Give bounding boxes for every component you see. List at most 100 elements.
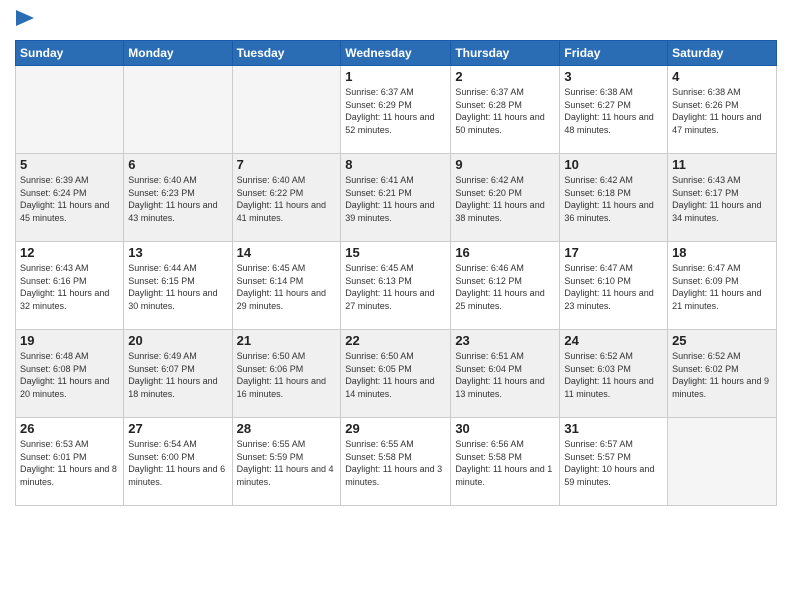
calendar-cell: 31 Sunrise: 6:57 AM Sunset: 5:57 PM Dayli… bbox=[560, 418, 668, 506]
day-info: Sunrise: 6:54 AM Sunset: 6:00 PM Dayligh… bbox=[128, 438, 227, 488]
day-number: 10 bbox=[564, 157, 663, 172]
col-header-friday: Friday bbox=[560, 41, 668, 66]
calendar-week-row: 12Sunrise: 6:43 AM Sunset: 6:16 PM Dayli… bbox=[16, 242, 777, 330]
day-number: 14 bbox=[237, 245, 337, 260]
day-info: Sunrise: 6:45 AM Sunset: 6:13 PM Dayligh… bbox=[345, 262, 446, 312]
logo-icon bbox=[16, 10, 34, 32]
calendar-header-row: SundayMondayTuesdayWednesdayThursdayFrid… bbox=[16, 41, 777, 66]
day-info: Sunrise: 6:38 AM Sunset: 6:27 PM Dayligh… bbox=[564, 86, 663, 136]
day-info: Sunrise: 6:53 AM Sunset: 6:01 PM Dayligh… bbox=[20, 438, 119, 488]
day-info: Sunrise: 6:48 AM Sunset: 6:08 PM Dayligh… bbox=[20, 350, 119, 400]
col-header-monday: Monday bbox=[124, 41, 232, 66]
day-info: Sunrise: 6:55 AM Sunset: 5:58 PM Dayligh… bbox=[345, 438, 446, 488]
day-number: 23 bbox=[455, 333, 555, 348]
calendar-table: SundayMondayTuesdayWednesdayThursdayFrid… bbox=[15, 40, 777, 506]
col-header-thursday: Thursday bbox=[451, 41, 560, 66]
col-header-saturday: Saturday bbox=[668, 41, 777, 66]
calendar-cell: 22 Sunrise: 6:50 AM Sunset: 6:05 PM Dayli… bbox=[341, 330, 451, 418]
calendar-cell: 7 Sunrise: 6:40 AM Sunset: 6:22 PM Daylig… bbox=[232, 154, 341, 242]
calendar-cell: 19 Sunrise: 6:48 AM Sunset: 6:08 PM Dayli… bbox=[16, 330, 124, 418]
day-info: Sunrise: 6:37 AM Sunset: 6:28 PM Dayligh… bbox=[455, 86, 555, 136]
day-info: Sunrise: 6:57 AM Sunset: 5:57 PM Dayligh… bbox=[564, 438, 663, 488]
day-info: Sunrise: 6:50 AM Sunset: 6:06 PM Dayligh… bbox=[237, 350, 337, 400]
day-info: Sunrise: 6:55 AM Sunset: 5:59 PM Dayligh… bbox=[237, 438, 337, 488]
day-number: 22 bbox=[345, 333, 446, 348]
day-number: 26 bbox=[20, 421, 119, 436]
calendar-cell: 4 Sunrise: 6:38 AM Sunset: 6:26 PM Daylig… bbox=[668, 66, 777, 154]
day-info: Sunrise: 6:52 AM Sunset: 6:02 PM Dayligh… bbox=[672, 350, 772, 400]
day-number: 28 bbox=[237, 421, 337, 436]
day-info: Sunrise: 6:47 AM Sunset: 6:09 PM Dayligh… bbox=[672, 262, 772, 312]
day-info: Sunrise: 6:40 AM Sunset: 6:23 PM Dayligh… bbox=[128, 174, 227, 224]
calendar-cell bbox=[668, 418, 777, 506]
calendar-cell: 30 Sunrise: 6:56 AM Sunset: 5:58 PM Dayli… bbox=[451, 418, 560, 506]
day-number: 19 bbox=[20, 333, 119, 348]
calendar-cell: 9 Sunrise: 6:42 AM Sunset: 6:20 PM Daylig… bbox=[451, 154, 560, 242]
header bbox=[15, 10, 777, 32]
day-number: 30 bbox=[455, 421, 555, 436]
calendar-week-row: 19 Sunrise: 6:48 AM Sunset: 6:08 PM Dayli… bbox=[16, 330, 777, 418]
day-number: 25 bbox=[672, 333, 772, 348]
day-number: 6 bbox=[128, 157, 227, 172]
calendar-cell: 15 Sunrise: 6:45 AM Sunset: 6:13 PM Dayli… bbox=[341, 242, 451, 330]
day-number: 11 bbox=[672, 157, 772, 172]
day-number: 18 bbox=[672, 245, 772, 260]
calendar-cell: 29 Sunrise: 6:55 AM Sunset: 5:58 PM Dayli… bbox=[341, 418, 451, 506]
day-number: 5 bbox=[20, 157, 119, 172]
day-info: Sunrise: 6:51 AM Sunset: 6:04 PM Dayligh… bbox=[455, 350, 555, 400]
calendar-cell: 20 Sunrise: 6:49 AM Sunset: 6:07 PM Dayli… bbox=[124, 330, 232, 418]
col-header-wednesday: Wednesday bbox=[341, 41, 451, 66]
calendar-cell: 21Sunrise: 6:50 AM Sunset: 6:06 PM Dayli… bbox=[232, 330, 341, 418]
day-info: Sunrise: 6:39 AM Sunset: 6:24 PM Dayligh… bbox=[20, 174, 119, 224]
day-number: 17 bbox=[564, 245, 663, 260]
day-info: Sunrise: 6:50 AM Sunset: 6:05 PM Dayligh… bbox=[345, 350, 446, 400]
day-number: 31 bbox=[564, 421, 663, 436]
calendar-cell: 16 Sunrise: 6:46 AM Sunset: 6:12 PM Dayli… bbox=[451, 242, 560, 330]
day-info: Sunrise: 6:38 AM Sunset: 6:26 PM Dayligh… bbox=[672, 86, 772, 136]
day-number: 15 bbox=[345, 245, 446, 260]
logo bbox=[15, 10, 34, 32]
calendar-week-row: 1 Sunrise: 6:37 AM Sunset: 6:29 PM Daylig… bbox=[16, 66, 777, 154]
calendar-cell bbox=[124, 66, 232, 154]
calendar-cell: 8Sunrise: 6:41 AM Sunset: 6:21 PM Daylig… bbox=[341, 154, 451, 242]
calendar-cell: 5 Sunrise: 6:39 AM Sunset: 6:24 PM Daylig… bbox=[16, 154, 124, 242]
calendar-cell: 25 Sunrise: 6:52 AM Sunset: 6:02 PM Dayli… bbox=[668, 330, 777, 418]
day-info: Sunrise: 6:37 AM Sunset: 6:29 PM Dayligh… bbox=[345, 86, 446, 136]
col-header-tuesday: Tuesday bbox=[232, 41, 341, 66]
day-number: 24 bbox=[564, 333, 663, 348]
day-info: Sunrise: 6:41 AM Sunset: 6:21 PM Dayligh… bbox=[345, 174, 446, 224]
day-number: 13 bbox=[128, 245, 227, 260]
day-info: Sunrise: 6:42 AM Sunset: 6:20 PM Dayligh… bbox=[455, 174, 555, 224]
day-number: 29 bbox=[345, 421, 446, 436]
calendar-cell: 27 Sunrise: 6:54 AM Sunset: 6:00 PM Dayli… bbox=[124, 418, 232, 506]
calendar-cell: 11 Sunrise: 6:43 AM Sunset: 6:17 PM Dayli… bbox=[668, 154, 777, 242]
calendar-cell bbox=[16, 66, 124, 154]
calendar-cell: 26 Sunrise: 6:53 AM Sunset: 6:01 PM Dayli… bbox=[16, 418, 124, 506]
calendar-week-row: 5 Sunrise: 6:39 AM Sunset: 6:24 PM Daylig… bbox=[16, 154, 777, 242]
day-info: Sunrise: 6:47 AM Sunset: 6:10 PM Dayligh… bbox=[564, 262, 663, 312]
calendar-cell: 2 Sunrise: 6:37 AM Sunset: 6:28 PM Daylig… bbox=[451, 66, 560, 154]
day-info: Sunrise: 6:49 AM Sunset: 6:07 PM Dayligh… bbox=[128, 350, 227, 400]
day-number: 27 bbox=[128, 421, 227, 436]
day-number: 16 bbox=[455, 245, 555, 260]
calendar-cell: 14Sunrise: 6:45 AM Sunset: 6:14 PM Dayli… bbox=[232, 242, 341, 330]
day-info: Sunrise: 6:42 AM Sunset: 6:18 PM Dayligh… bbox=[564, 174, 663, 224]
calendar-cell: 28 Sunrise: 6:55 AM Sunset: 5:59 PM Dayli… bbox=[232, 418, 341, 506]
day-number: 9 bbox=[455, 157, 555, 172]
day-info: Sunrise: 6:52 AM Sunset: 6:03 PM Dayligh… bbox=[564, 350, 663, 400]
calendar-cell: 17 Sunrise: 6:47 AM Sunset: 6:10 PM Dayli… bbox=[560, 242, 668, 330]
day-number: 7 bbox=[237, 157, 337, 172]
day-info: Sunrise: 6:56 AM Sunset: 5:58 PM Dayligh… bbox=[455, 438, 555, 488]
day-number: 4 bbox=[672, 69, 772, 84]
day-number: 2 bbox=[455, 69, 555, 84]
day-number: 20 bbox=[128, 333, 227, 348]
day-info: Sunrise: 6:43 AM Sunset: 6:17 PM Dayligh… bbox=[672, 174, 772, 224]
day-info: Sunrise: 6:46 AM Sunset: 6:12 PM Dayligh… bbox=[455, 262, 555, 312]
day-number: 1 bbox=[345, 69, 446, 84]
page-container: SundayMondayTuesdayWednesdayThursdayFrid… bbox=[0, 0, 792, 516]
col-header-sunday: Sunday bbox=[16, 41, 124, 66]
day-number: 12 bbox=[20, 245, 119, 260]
calendar-cell bbox=[232, 66, 341, 154]
day-info: Sunrise: 6:44 AM Sunset: 6:15 PM Dayligh… bbox=[128, 262, 227, 312]
day-info: Sunrise: 6:40 AM Sunset: 6:22 PM Dayligh… bbox=[237, 174, 337, 224]
